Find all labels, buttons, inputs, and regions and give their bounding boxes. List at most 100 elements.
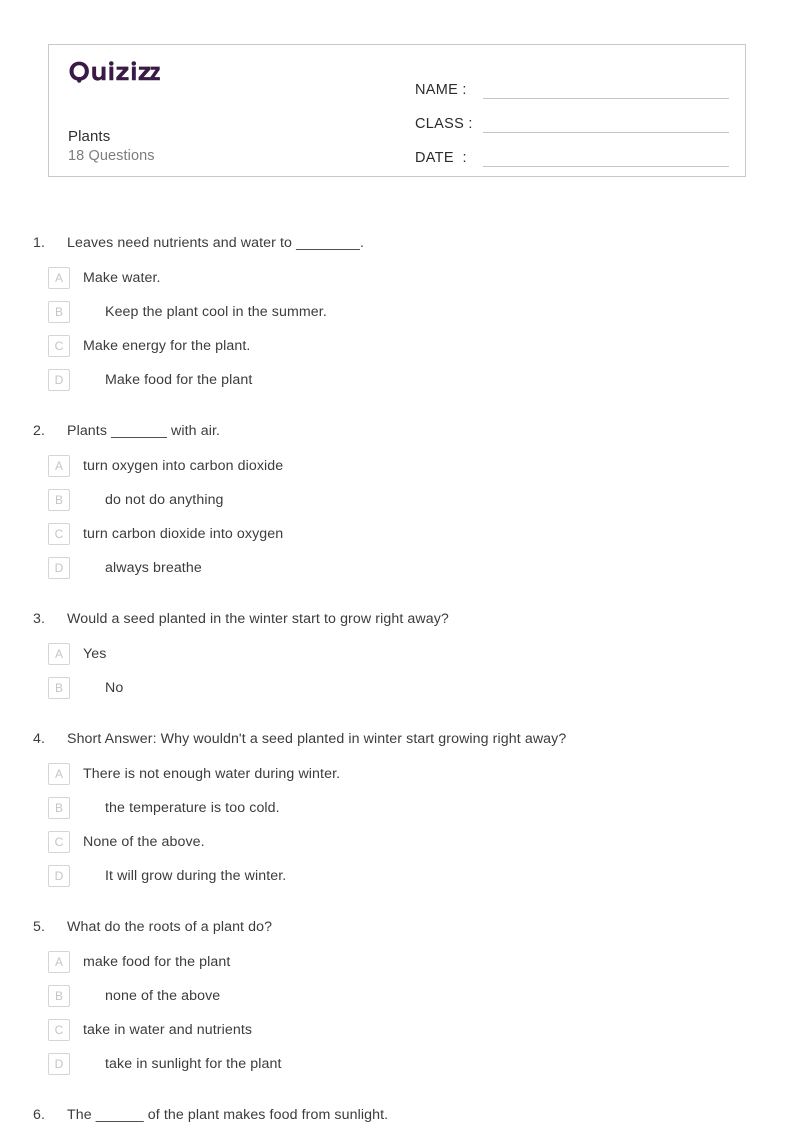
answer-option[interactable]: A There is not enough water during winter… xyxy=(48,751,400,785)
question-block: 5. What do the roots of a plant do? Amake … xyxy=(0,917,794,1105)
option-text: turn oxygen into carbon dioxide xyxy=(83,458,284,474)
option-text: take in sunlight for the plant xyxy=(105,1056,282,1072)
header-left-section: Plants 18 Questions xyxy=(49,45,399,176)
option-text: do not do anything xyxy=(105,492,224,508)
answer-option[interactable]: A Make water. xyxy=(48,255,400,289)
option-letter-badge: D xyxy=(48,865,70,887)
option-letter-badge: A xyxy=(48,763,70,785)
option-text: make food for the plant xyxy=(83,954,231,970)
answer-option[interactable]: D It will grow during the winter. xyxy=(48,853,400,887)
question-header: 1. Leaves need nutrients and water to ___… xyxy=(0,233,794,255)
answer-option[interactable]: C Make energy for the plant. xyxy=(48,323,400,357)
question-text: The ______ of the plant makes food from … xyxy=(67,1107,389,1123)
option-text: Keep the plant cool in the summer. xyxy=(105,304,327,320)
question-spacer xyxy=(0,699,794,729)
option-text: None of the above. xyxy=(83,834,205,850)
date-field-row: DATE : xyxy=(415,135,729,169)
answer-option[interactable]: Dalways breathe xyxy=(48,545,400,579)
quiz-title: Plants xyxy=(68,128,111,145)
answer-option[interactable]: Dtake in sunlight for the plant xyxy=(48,1041,400,1075)
class-field-row: CLASS : xyxy=(415,101,729,135)
option-letter-badge: C xyxy=(48,1019,70,1041)
answer-option[interactable]: Cturn carbon dioxide into oxygen xyxy=(48,511,400,545)
name-field-row: NAME : xyxy=(415,67,729,101)
worksheet-header-card: Plants 18 Questions NAME : CLASS : DATE … xyxy=(48,44,746,177)
date-field-label: DATE : xyxy=(415,150,467,166)
option-letter-badge: B xyxy=(48,677,70,699)
question-number: 6. xyxy=(33,1107,46,1123)
option-text: none of the above xyxy=(105,988,221,1004)
answer-option[interactable]: A Yes xyxy=(48,631,400,665)
answer-option[interactable]: C None of the above. xyxy=(48,819,400,853)
option-letter-badge: B xyxy=(48,301,70,323)
question-text: What do the roots of a plant do? xyxy=(67,919,273,935)
question-list: 1. Leaves need nutrients and water to ___… xyxy=(0,233,794,1123)
answer-option[interactable]: Amake food for the plant xyxy=(48,939,400,973)
class-field-input[interactable] xyxy=(483,132,729,133)
option-letter-badge: A xyxy=(48,267,70,289)
option-text: take in water and nutrients xyxy=(83,1022,253,1038)
option-letter-badge: A xyxy=(48,643,70,665)
question-spacer xyxy=(0,1075,794,1105)
answer-option[interactable]: B Keep the plant cool in the summer. xyxy=(48,289,400,323)
question-number: 1. xyxy=(33,235,46,251)
answer-option[interactable]: Bthe temperature is too cold. xyxy=(48,785,400,819)
question-block: 4. Short Answer: Why wouldn't a seed plan… xyxy=(0,729,794,917)
question-number: 3. xyxy=(33,611,46,627)
question-block: 2. Plants _______ with air. Aturn oxygen i… xyxy=(0,421,794,609)
option-grid: A Make water. B Keep the plant cool in the … xyxy=(0,255,746,391)
option-text: It will grow during the winter. xyxy=(105,868,287,884)
answer-option[interactable]: Aturn oxygen into carbon dioxide xyxy=(48,443,400,477)
question-text: Would a seed planted in the winter start… xyxy=(67,611,449,627)
option-text: the temperature is too cold. xyxy=(105,800,280,816)
question-block: 6. The ______ of the plant makes food fro… xyxy=(0,1105,794,1123)
question-number: 2. xyxy=(33,423,46,439)
quiz-question-count: 18 Questions xyxy=(68,148,155,164)
option-letter-badge: D xyxy=(48,557,70,579)
option-grid: A There is not enough water during winter… xyxy=(0,751,746,887)
option-text: There is not enough water during winter. xyxy=(83,766,341,782)
option-letter-badge: C xyxy=(48,523,70,545)
option-grid: A Yes B No xyxy=(0,631,746,699)
option-letter-badge: C xyxy=(48,335,70,357)
option-text: Make water. xyxy=(83,270,161,286)
option-grid: Aturn oxygen into carbon dioxide Bdo not … xyxy=(0,443,746,579)
question-header: 4. Short Answer: Why wouldn't a seed plan… xyxy=(0,729,794,751)
worksheet-page: Plants 18 Questions NAME : CLASS : DATE … xyxy=(0,0,794,1123)
option-letter-badge: C xyxy=(48,831,70,853)
option-text: No xyxy=(105,680,124,696)
question-block: 1. Leaves need nutrients and water to ___… xyxy=(0,233,794,421)
option-letter-badge: A xyxy=(48,455,70,477)
answer-option[interactable]: Bnone of the above xyxy=(48,973,400,1007)
question-header: 2. Plants _______ with air. xyxy=(0,421,794,443)
answer-option[interactable]: Bdo not do anything xyxy=(48,477,400,511)
question-spacer xyxy=(0,887,794,917)
name-field-label: NAME : xyxy=(415,82,467,98)
question-block: 3. Would a seed planted in the winter sta… xyxy=(0,609,794,729)
question-number: 4. xyxy=(33,731,46,747)
option-letter-badge: D xyxy=(48,1053,70,1075)
question-header: 3. Would a seed planted in the winter sta… xyxy=(0,609,794,631)
option-text: always breathe xyxy=(105,560,202,576)
option-text: Make energy for the plant. xyxy=(83,338,251,354)
option-letter-badge: D xyxy=(48,369,70,391)
class-field-label: CLASS : xyxy=(415,116,473,132)
question-text: Short Answer: Why wouldn't a seed plante… xyxy=(67,731,567,747)
option-text: Make food for the plant xyxy=(105,372,253,388)
option-letter-badge: B xyxy=(48,489,70,511)
option-letter-badge: B xyxy=(48,985,70,1007)
option-text: Yes xyxy=(83,646,107,662)
question-text: Plants _______ with air. xyxy=(67,423,221,439)
question-spacer xyxy=(0,391,794,421)
date-field-input[interactable] xyxy=(483,166,729,167)
question-spacer xyxy=(0,579,794,609)
name-field-input[interactable] xyxy=(483,98,729,99)
question-number: 5. xyxy=(33,919,46,935)
answer-option[interactable]: Ctake in water and nutrients xyxy=(48,1007,400,1041)
answer-option[interactable]: D Make food for the plant xyxy=(48,357,400,391)
quizizz-logo xyxy=(68,61,399,83)
question-header: 6. The ______ of the plant makes food fro… xyxy=(0,1105,794,1123)
option-text: turn carbon dioxide into oxygen xyxy=(83,526,284,542)
answer-option[interactable]: B No xyxy=(48,665,400,699)
option-letter-badge: A xyxy=(48,951,70,973)
